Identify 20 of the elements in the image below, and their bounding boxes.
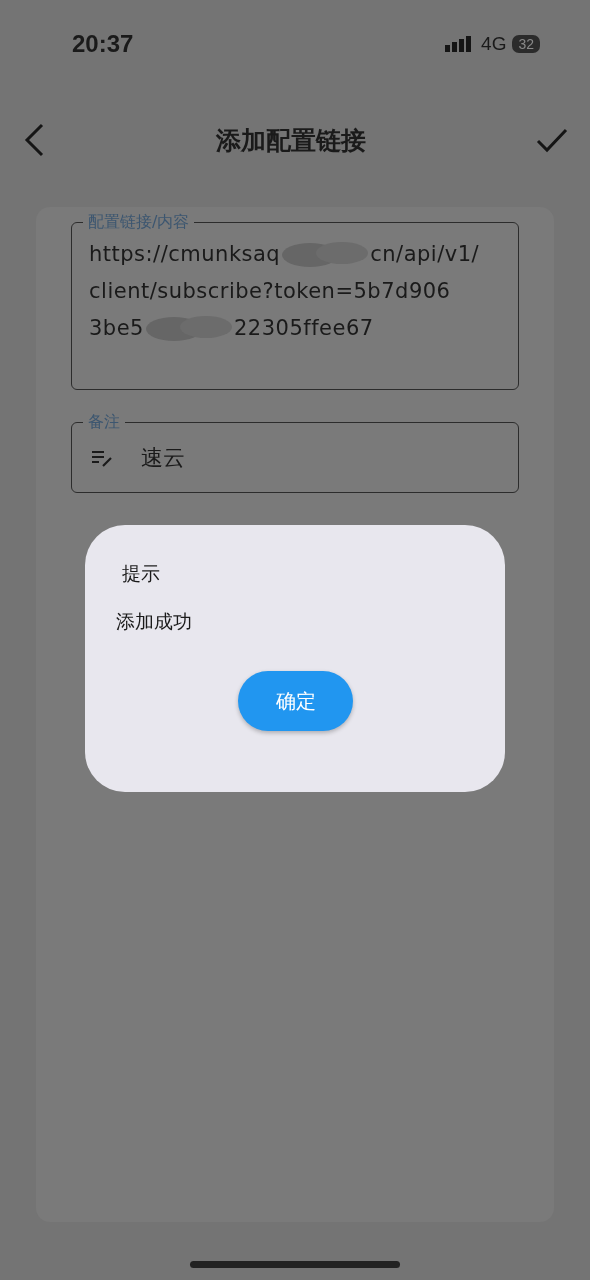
- field-label: 配置链接/内容: [83, 213, 195, 231]
- battery-indicator: 32: [512, 35, 540, 53]
- link-text: 22305ffee67: [234, 315, 374, 342]
- dialog-message: 添加成功: [116, 609, 193, 634]
- network-label: 4G: [481, 33, 507, 55]
- link-text: cn/api/v1/: [370, 241, 480, 268]
- note-field[interactable]: 备注 速云: [71, 413, 519, 493]
- check-icon[interactable]: [536, 127, 568, 153]
- field-label: 备注: [83, 413, 125, 431]
- notes-edit-icon: [91, 448, 113, 467]
- back-icon[interactable]: [22, 123, 46, 157]
- link-text: client/subscribe?token=5b7d906: [89, 278, 451, 305]
- page-title: 添加配置链接: [216, 124, 366, 157]
- dialog-title: 提示: [122, 561, 161, 586]
- link-text: https://cmunksaq: [89, 241, 281, 268]
- confirm-button[interactable]: 确定: [238, 671, 353, 731]
- link-text: 3be5: [89, 315, 144, 342]
- note-value: 速云: [141, 443, 185, 472]
- link-field[interactable]: 配置链接/内容 https://cmunksaq cn/api/v1/ client/subscribe?token=5b7d906 3be5 22305ffee67: [71, 213, 519, 390]
- status-time: 20:37: [72, 30, 134, 58]
